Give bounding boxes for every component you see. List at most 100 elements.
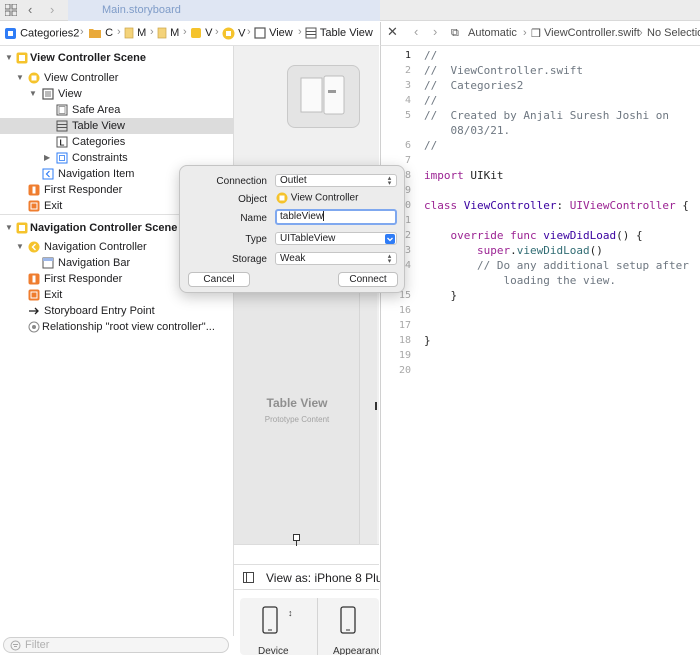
outline-row-categories[interactable]: L Categories — [0, 134, 234, 150]
related-items-icon[interactable]: ⧉ — [451, 27, 459, 40]
disclosure-expanded-icon[interactable]: ▼ — [5, 220, 13, 236]
navigation-controller-thumbnail[interactable] — [287, 65, 360, 128]
view-controller-icon — [28, 72, 40, 84]
outline-row-constraints[interactable]: ▶ Constraints — [0, 150, 234, 166]
code-editor[interactable]: 1 2 3 4 5 6 7 8 9 10 11 12 13 14 15 16 1… — [380, 46, 700, 655]
filter-input[interactable]: Filter — [3, 637, 229, 653]
jump-bar-item-storyboard-base[interactable]: M — [157, 27, 179, 39]
jump-bar-item-project[interactable]: Categories2 — [4, 27, 79, 40]
outline-row-relationship[interactable]: Relationship "root view controller"... — [0, 319, 234, 335]
chevron-updown-icon[interactable]: ↕ — [288, 608, 293, 618]
disclosure-collapsed-icon[interactable]: ▶ — [44, 150, 50, 166]
disclosure-expanded-icon[interactable]: ▼ — [16, 239, 24, 255]
jump-bar-item-view[interactable]: View — [254, 27, 293, 39]
resize-handle[interactable] — [375, 402, 377, 410]
table-view-icon — [305, 27, 317, 39]
relationship-icon — [28, 321, 40, 333]
jump-bar-item-table-view[interactable]: Table View — [305, 27, 373, 39]
code-line[interactable]: 08/03/21. — [424, 124, 510, 137]
navigation-controller-icon — [300, 75, 345, 115]
outline-row-view-controller[interactable]: ▼ View Controller — [0, 70, 234, 86]
outline-row-view[interactable]: ▼ View — [0, 86, 234, 102]
phone-icon[interactable] — [262, 606, 278, 634]
jump-bar-label: Categories2 — [20, 27, 80, 40]
device-panel-separator — [317, 598, 318, 655]
code-line-override[interactable]: override func viewDidLoad() { — [424, 229, 643, 242]
chevron-updown-icon: ▴ ▾ — [387, 175, 392, 187]
navigation-bar-icon — [42, 257, 54, 269]
outline-row-label: Storyboard Entry Point — [44, 305, 155, 317]
chevron-right-icon[interactable]: › — [50, 2, 54, 17]
code-line-super[interactable]: super.viewDidLoad() — [424, 244, 603, 257]
table-view-icon — [56, 120, 68, 132]
tab-main-storyboard[interactable]: Main.storyboard — [68, 0, 380, 21]
chevron-right-icon: › — [247, 26, 251, 38]
code-line[interactable]: // Do any additional setup after — [424, 259, 689, 272]
code-line-import[interactable]: import UIKit — [424, 169, 504, 182]
connect-button[interactable]: Connect — [338, 272, 398, 287]
line-number: 20 — [398, 365, 411, 376]
chevron-right-icon[interactable]: › — [433, 24, 437, 39]
code-line[interactable]: } — [424, 334, 431, 347]
code-line[interactable]: // — [424, 49, 437, 62]
label-icon: L — [56, 136, 68, 148]
chevron-left-icon[interactable]: ‹ — [28, 2, 32, 17]
outline-row-storyboard-entry-point[interactable]: Storyboard Entry Point — [0, 303, 234, 319]
storyboard-canvas[interactable]: Table View Prototype Content View as: iP… — [234, 46, 389, 655]
type-combo[interactable]: UITableView — [275, 232, 397, 245]
outline-row-safe-area[interactable]: Safe Area — [0, 102, 234, 118]
object-value: View Controller — [276, 192, 358, 204]
editor-selection[interactable]: No Selection — [647, 27, 700, 39]
code-line[interactable]: // Categories2 — [424, 79, 523, 92]
chevron-down-icon[interactable] — [385, 234, 395, 244]
name-input[interactable]: tableView — [275, 209, 397, 225]
outline-row-label: Safe Area — [72, 104, 121, 116]
jump-bar-item-view-controller[interactable]: V — [222, 27, 245, 40]
editor-jump-bar: ✕ ‹ › ⧉ Automatic › ❒ ViewController.swi… — [380, 22, 700, 46]
grid-icon[interactable] — [5, 4, 17, 16]
code-line[interactable]: // — [424, 139, 437, 152]
editor-file[interactable]: ViewController.swift — [544, 27, 640, 39]
selection-handle[interactable] — [293, 534, 300, 541]
line-number: 17 — [398, 320, 411, 331]
constraints-icon — [56, 152, 68, 164]
outline-row-view-controller-scene[interactable]: ▼ View Controller Scene — [0, 50, 234, 66]
close-icon[interactable]: ✕ — [387, 24, 398, 40]
line-number: 18 — [398, 335, 411, 346]
exit-icon — [28, 200, 40, 212]
phone-appearance-icon[interactable] — [340, 606, 356, 634]
connection-select[interactable]: Outlet ▴ ▾ — [275, 174, 397, 187]
chevron-right-icon: › — [80, 26, 84, 38]
code-line[interactable]: // — [424, 94, 437, 107]
cancel-button[interactable]: Cancel — [188, 272, 250, 287]
outline-row-label: Navigation Bar — [58, 257, 131, 269]
editor-mode[interactable]: Automatic — [468, 27, 517, 39]
view-as-bar[interactable]: View as: iPhone 8 Plus — [234, 564, 389, 590]
disclosure-expanded-icon[interactable]: ▼ — [29, 86, 37, 102]
jump-bar-item-scene[interactable]: V — [190, 27, 212, 39]
storage-select[interactable]: Weak ▴ ▾ — [275, 252, 397, 265]
object-label: Object — [238, 194, 267, 205]
code-line[interactable]: // Created by Anjali Suresh Joshi on — [424, 109, 669, 122]
line-number: 19 — [398, 350, 411, 361]
chevron-right-icon: › — [215, 26, 219, 38]
disclosure-expanded-icon[interactable]: ▼ — [16, 70, 24, 86]
line-number: 2 — [404, 65, 411, 76]
safe-area-icon — [56, 104, 68, 116]
sidebar-toggle-icon[interactable] — [243, 572, 254, 583]
jump-bar-item-folder[interactable]: C — [88, 27, 113, 39]
storyboard-file-icon — [157, 27, 167, 39]
code-line[interactable]: // ViewController.swift — [424, 64, 583, 77]
disclosure-expanded-icon[interactable]: ▼ — [5, 50, 13, 66]
code-line[interactable]: loading the view. — [424, 274, 616, 287]
chevron-left-icon[interactable]: ‹ — [414, 24, 418, 39]
code-line-class[interactable]: class ViewController: UIViewController { — [424, 199, 689, 212]
line-number: 16 — [398, 305, 411, 316]
jump-bar-item-storyboard[interactable]: M — [124, 27, 146, 39]
jump-bar-label: Table View — [319, 27, 373, 39]
outline-row-table-view[interactable]: Table View — [0, 118, 234, 134]
code-line[interactable]: } — [424, 289, 457, 302]
scene-icon — [16, 222, 28, 234]
jump-bar-label: V — [205, 27, 213, 39]
outline-row-label: Constraints — [72, 152, 128, 164]
